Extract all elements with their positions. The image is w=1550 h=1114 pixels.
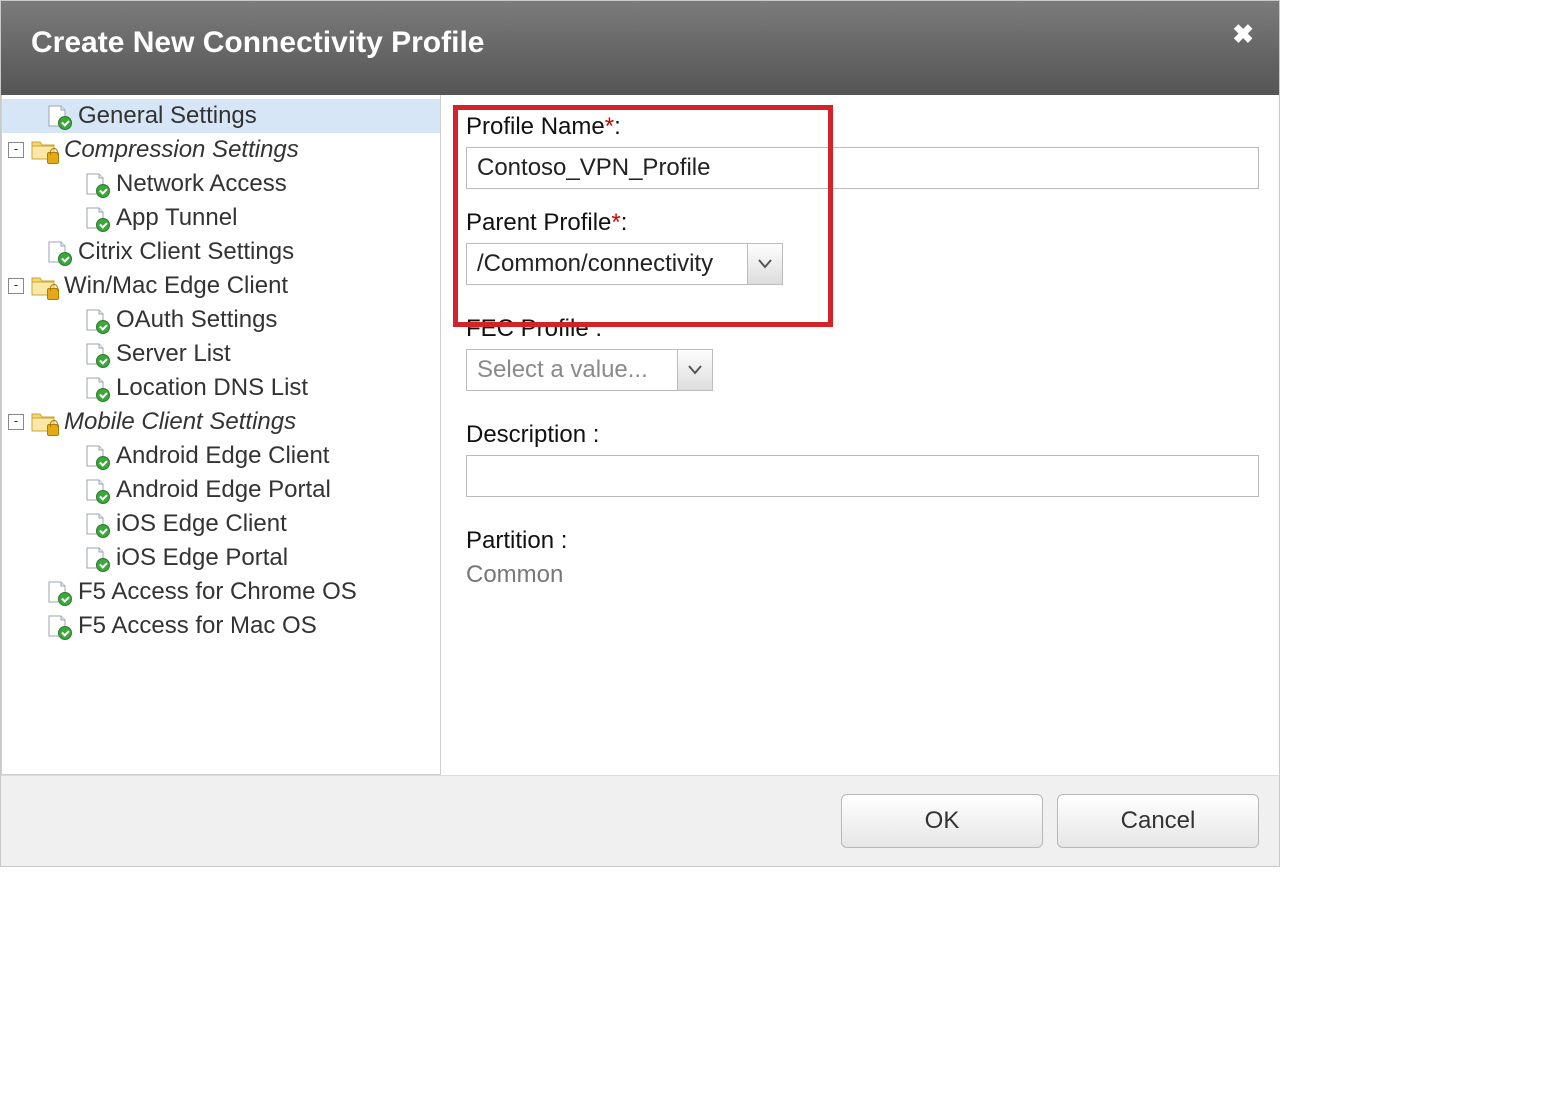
document-check-icon	[82, 342, 108, 366]
tree-item-label: Android Edge Client	[114, 442, 329, 470]
tree-item-label: Location DNS List	[114, 374, 308, 402]
tree-item[interactable]: Citrix Client Settings	[2, 235, 440, 269]
tree-expander-icon[interactable]: -	[8, 278, 24, 294]
document-check-icon	[82, 546, 108, 570]
field-fec-profile: FEC Profile : Select a value...	[466, 315, 1259, 391]
field-profile-name: Profile Name*:	[466, 113, 1259, 189]
sidebar-tree: General Settings - Compression Settings Net…	[1, 95, 441, 775]
tree-item[interactable]: F5 Access for Chrome OS	[2, 575, 440, 609]
folder-icon	[30, 411, 56, 433]
tree-item-label: App Tunnel	[114, 204, 237, 232]
partition-value: Common	[466, 561, 1259, 589]
field-description: Description :	[466, 421, 1259, 497]
description-input[interactable]	[466, 455, 1259, 497]
tree-item[interactable]: Android Edge Client	[2, 439, 440, 473]
ok-button[interactable]: OK	[841, 794, 1043, 848]
parent-profile-select[interactable]: /Common/connectivity	[466, 243, 783, 285]
tree-item[interactable]: Location DNS List	[2, 371, 440, 405]
parent-profile-label: Parent Profile*:	[466, 209, 1259, 237]
tree-item-label: Android Edge Portal	[114, 476, 331, 504]
tree-item[interactable]: - Mobile Client Settings	[2, 405, 440, 439]
document-check-icon	[82, 172, 108, 196]
document-check-icon	[82, 308, 108, 332]
profile-name-input[interactable]	[466, 147, 1259, 189]
tree-item-label: Mobile Client Settings	[62, 408, 296, 436]
cancel-button[interactable]: Cancel	[1057, 794, 1259, 848]
field-parent-profile: Parent Profile*: /Common/connectivity	[466, 209, 1259, 285]
document-check-icon	[82, 512, 108, 536]
partition-label: Partition :	[466, 527, 1259, 555]
tree-item-label: Server List	[114, 340, 231, 368]
tree-item-label: iOS Edge Portal	[114, 544, 288, 572]
document-check-icon	[44, 580, 70, 604]
dialog: Create New Connectivity Profile ✖ Genera…	[0, 0, 1280, 867]
tree-item[interactable]: General Settings	[2, 99, 440, 133]
folder-icon	[30, 275, 56, 297]
document-check-icon	[82, 444, 108, 468]
tree-expander-icon[interactable]: -	[8, 142, 24, 158]
form-panel: Profile Name*: Parent Profile*: /Common/…	[441, 95, 1279, 775]
tree-item-label: Network Access	[114, 170, 287, 198]
dialog-footer: OK Cancel	[1, 775, 1279, 866]
field-partition: Partition : Common	[466, 527, 1259, 589]
tree-item[interactable]: Network Access	[2, 167, 440, 201]
tree-item-label: Compression Settings	[62, 136, 299, 164]
tree-expander-icon[interactable]: -	[8, 414, 24, 430]
description-label: Description :	[466, 421, 1259, 449]
document-check-icon	[44, 240, 70, 264]
dialog-header: Create New Connectivity Profile ✖	[1, 1, 1279, 95]
fec-profile-label: FEC Profile :	[466, 315, 1259, 343]
tree-item[interactable]: Android Edge Portal	[2, 473, 440, 507]
tree-item-label: F5 Access for Chrome OS	[76, 578, 357, 606]
document-check-icon	[44, 614, 70, 638]
tree-item-label: General Settings	[76, 102, 257, 130]
document-check-icon	[44, 104, 70, 128]
document-check-icon	[82, 376, 108, 400]
tree-item-label: Citrix Client Settings	[76, 238, 294, 266]
dialog-body: General Settings - Compression Settings Net…	[1, 95, 1279, 775]
tree-item-label: iOS Edge Client	[114, 510, 287, 538]
document-check-icon	[82, 206, 108, 230]
tree-item[interactable]: Server List	[2, 337, 440, 371]
tree-item[interactable]: App Tunnel	[2, 201, 440, 235]
tree-item[interactable]: OAuth Settings	[2, 303, 440, 337]
tree-item-label: F5 Access for Mac OS	[76, 612, 317, 640]
profile-name-label: Profile Name*:	[466, 113, 1259, 141]
document-check-icon	[82, 478, 108, 502]
tree-item[interactable]: iOS Edge Client	[2, 507, 440, 541]
tree-item[interactable]: F5 Access for Mac OS	[2, 609, 440, 643]
tree-item[interactable]: - Win/Mac Edge Client	[2, 269, 440, 303]
fec-profile-select[interactable]: Select a value...	[466, 349, 713, 391]
tree-item[interactable]: iOS Edge Portal	[2, 541, 440, 575]
chevron-down-icon	[747, 244, 782, 284]
dialog-title: Create New Connectivity Profile	[31, 26, 1249, 60]
tree-item-label: OAuth Settings	[114, 306, 277, 334]
close-icon[interactable]: ✖	[1232, 19, 1254, 50]
tree-item-label: Win/Mac Edge Client	[62, 272, 288, 300]
folder-icon	[30, 139, 56, 161]
chevron-down-icon	[677, 350, 712, 390]
tree-item[interactable]: - Compression Settings	[2, 133, 440, 167]
